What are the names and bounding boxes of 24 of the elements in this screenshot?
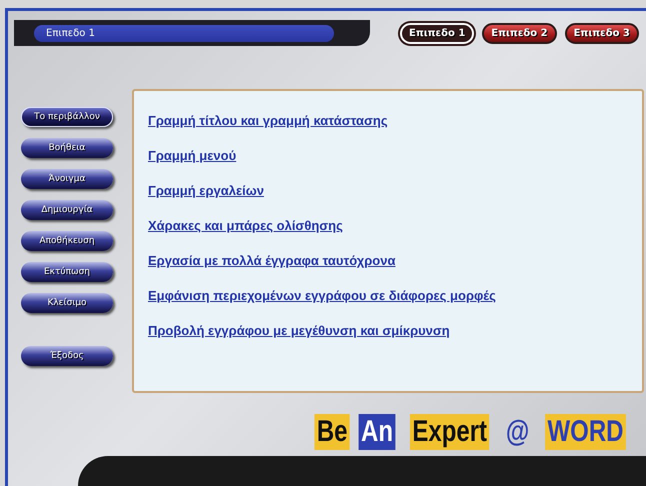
logo-text: Expert bbox=[410, 414, 490, 450]
menu-button[interactable]: Αποθήκευση bbox=[21, 231, 113, 251]
logo-text: Be bbox=[314, 414, 350, 450]
level-tab[interactable]: Επιπεδο 2 bbox=[482, 22, 557, 44]
level-tab[interactable]: Επιπεδο 3 bbox=[564, 22, 639, 44]
logo-text: @ bbox=[504, 414, 530, 450]
logo-text: An bbox=[358, 414, 396, 450]
topic-link[interactable]: Προβολή εγγράφου με μεγέθυνση και σμίκρυνση bbox=[148, 323, 450, 338]
menu-button[interactable]: Το περιβάλλον bbox=[21, 107, 113, 127]
topic-link[interactable]: Εμφάνιση περιεχομένων εγγράφου σε διάφορες μορφές bbox=[148, 288, 496, 303]
menu-button[interactable]: Βοήθεια bbox=[21, 138, 113, 158]
topic-link[interactable]: Γραμμή μενού bbox=[148, 148, 236, 163]
topic-link[interactable]: Χάρακες και μπάρες ολίσθησης bbox=[148, 218, 343, 233]
exit-button[interactable]: Έξοδος bbox=[21, 346, 113, 366]
menu-button[interactable]: Εκτύπωση bbox=[21, 262, 113, 282]
topic-link[interactable]: Εργασία με πολλά έγγραφα ταυτόχρονα bbox=[148, 253, 396, 268]
header-title: Επιπεδο 1 bbox=[34, 24, 334, 42]
menu-button[interactable]: Δημιουργία bbox=[21, 200, 113, 220]
topic-link[interactable]: Γραμμή εργαλείων bbox=[148, 183, 264, 198]
topic-link[interactable]: Γραμμή τίτλου και γραμμή κατάστασης bbox=[148, 113, 388, 128]
logo-text: WORD bbox=[545, 414, 626, 450]
menu-button[interactable]: Κλείσιμο bbox=[21, 293, 113, 313]
level-tab[interactable]: Επιπεδο 1 bbox=[400, 22, 474, 44]
menu-button[interactable]: Άνοιγμα bbox=[21, 169, 113, 189]
